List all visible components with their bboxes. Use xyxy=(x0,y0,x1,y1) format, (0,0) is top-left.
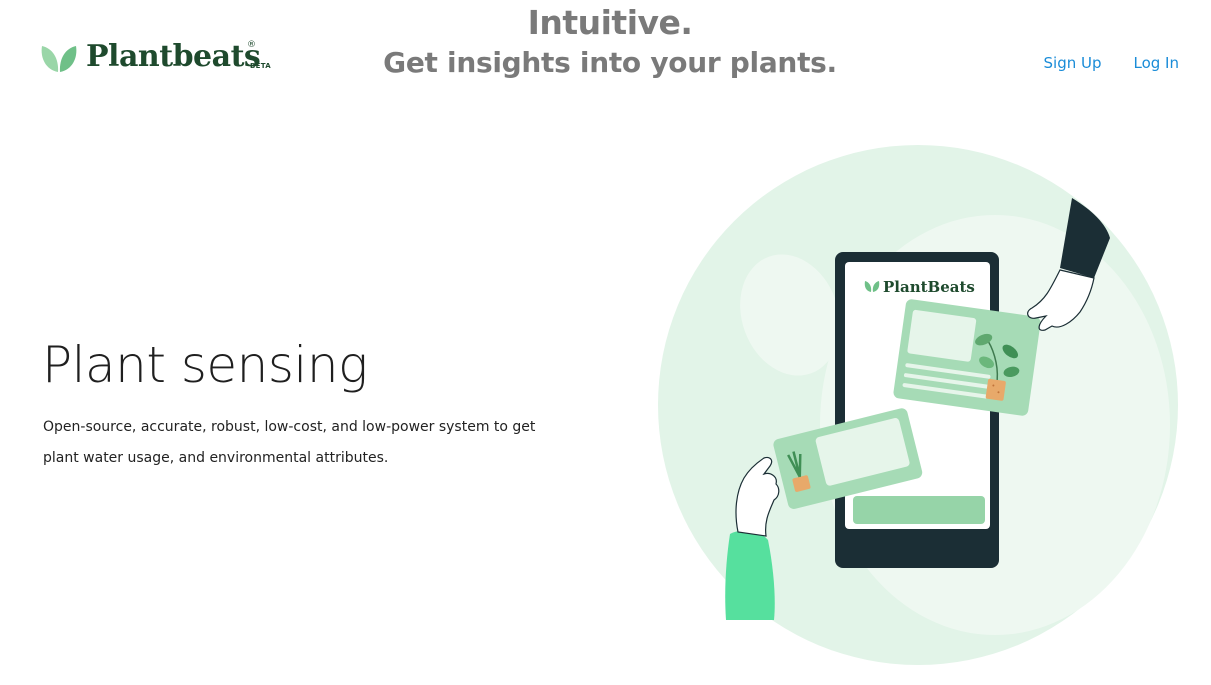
hero-title: Plant sensing xyxy=(42,336,368,394)
green-sleeve-arm xyxy=(725,530,775,620)
hero-illustration: PlantBeats xyxy=(640,140,1200,685)
log-in-link[interactable]: Log In xyxy=(1134,53,1180,73)
brand-name: Plantbeats xyxy=(86,39,261,74)
phone-action-bar xyxy=(853,496,985,524)
tagline-line-2: Get insights into your plants. xyxy=(383,46,837,79)
phone-brand-text: PlantBeats xyxy=(883,278,975,296)
tagline-line-1: Intuitive. xyxy=(527,3,693,42)
brand-logo[interactable]: Plantbeats ® BETA xyxy=(40,39,280,80)
top-nav: Sign Up Log In xyxy=(1044,53,1180,73)
insight-card-top xyxy=(893,299,1041,416)
registered-mark: ® xyxy=(247,40,256,50)
leaf-logo-icon xyxy=(41,46,77,72)
tagline: Intuitive. Get insights into your plants… xyxy=(360,2,860,82)
phone-illustration: PlantBeats xyxy=(658,145,1178,665)
hero-description: Open-source, accurate, robust, low-cost,… xyxy=(43,419,536,466)
beta-badge: BETA xyxy=(250,62,271,70)
sign-up-link[interactable]: Sign Up xyxy=(1044,53,1102,73)
